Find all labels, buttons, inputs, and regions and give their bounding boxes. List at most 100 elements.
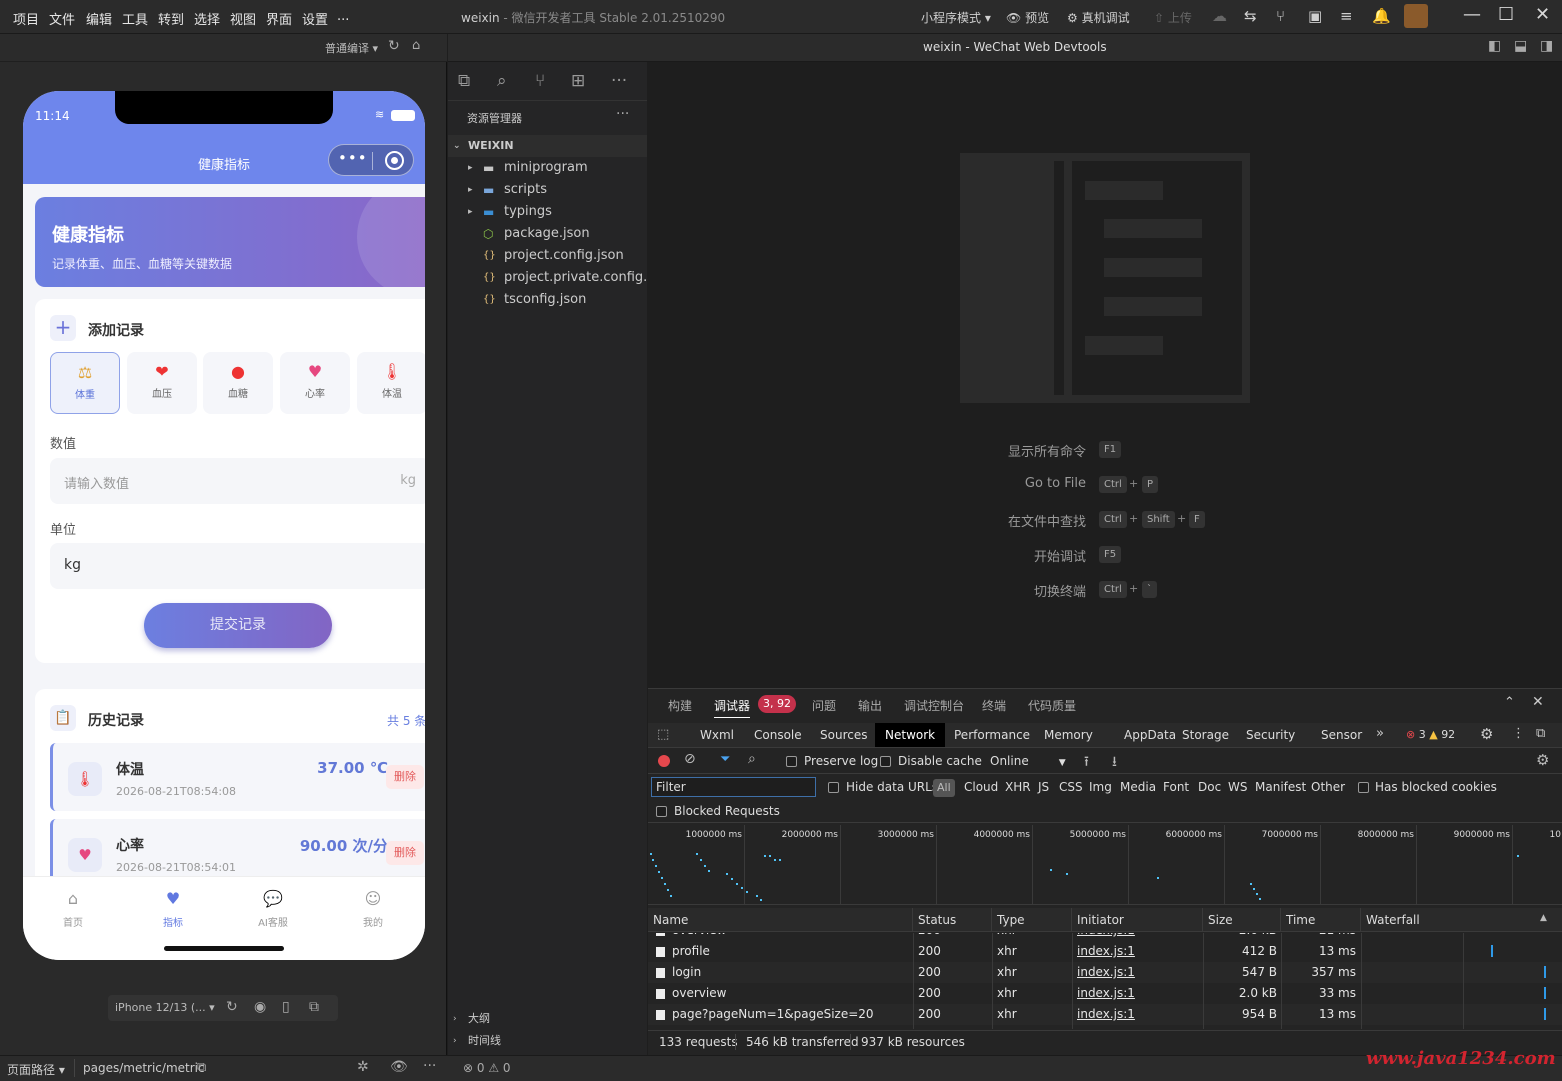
throttle-select[interactable]: Online ▼ [990, 754, 1066, 768]
type-temperature-button[interactable]: 🌡 体温 [357, 352, 425, 414]
network-settings-icon[interactable]: ⚙ [1536, 751, 1549, 769]
menu-edit[interactable]: 编辑 [86, 9, 112, 28]
dt-tab-memory[interactable]: Memory [1034, 723, 1103, 747]
table-row[interactable]: login 200 xhr index.js:1 547 B 357 ms [648, 962, 1562, 983]
filter-type-manifest[interactable]: Manifest [1255, 780, 1306, 794]
col-size[interactable]: Size [1203, 908, 1281, 932]
panel-tab-debug-console[interactable]: 调试控制台 [904, 697, 964, 714]
close-miniprogram-icon[interactable] [385, 151, 404, 170]
filter-type-css[interactable]: CSS [1059, 780, 1083, 794]
copy-icon[interactable]: ⧉ [197, 1060, 206, 1075]
inspect-icon[interactable]: ⬚ [657, 727, 669, 742]
import-har-icon[interactable]: ⭱ [1084, 751, 1089, 775]
has-blocked-cookies-checkbox[interactable] [1358, 782, 1369, 793]
panel-tab-problems[interactable]: 问题 [812, 697, 836, 714]
preview-button[interactable]: 👁 预览 [1006, 9, 1049, 26]
table-row[interactable]: profile 200 xhr index.js:1 412 B 13 ms [648, 941, 1562, 962]
bug-icon[interactable]: ✲ [357, 1059, 369, 1075]
menu-goto[interactable]: 转到 [158, 9, 184, 28]
export-har-icon[interactable]: ⭳ [1112, 751, 1117, 775]
branch-icon[interactable]: ⑂ [1276, 7, 1285, 25]
source-control-icon[interactable]: ⑂ [535, 71, 545, 91]
compile-mode-dropdown[interactable]: 普通编译 ▾ [325, 40, 378, 56]
eye-icon[interactable]: 👁 [390, 1059, 408, 1075]
timeline-section[interactable]: › 时间线 [448, 1030, 647, 1052]
history-item-delete-button[interactable]: 删除 [386, 841, 424, 865]
devtools-settings-icon[interactable]: ⚙ [1480, 725, 1493, 743]
menu-settings[interactable]: 设置 [302, 9, 328, 28]
close-panel-icon[interactable]: ✕ [1532, 694, 1544, 710]
undock-icon[interactable]: ⧉ [1536, 726, 1545, 741]
filter-type-other[interactable]: Other [1311, 780, 1345, 794]
tab-home[interactable]: ⌂ 首页 [23, 889, 123, 929]
page-path-dropdown[interactable]: 页面路径 ▾ [7, 1061, 65, 1078]
tree-item-package-json[interactable]: ⬡ package.json [448, 223, 647, 245]
col-name[interactable]: Name [648, 908, 913, 932]
extensions-icon[interactable]: ⊞ [571, 71, 585, 91]
more-icon[interactable]: ··· [611, 71, 627, 91]
dt-tab-sources[interactable]: Sources [810, 723, 877, 747]
cloud-icon[interactable]: ☁ [1212, 7, 1227, 25]
panel-tab-build[interactable]: 构建 [668, 697, 692, 714]
filter-type-all[interactable]: All [933, 779, 955, 797]
rotate-icon[interactable]: ↻ [226, 999, 238, 1015]
filter-type-font[interactable]: Font [1163, 780, 1189, 794]
filter-type-doc[interactable]: Doc [1198, 780, 1221, 794]
type-blood-sugar-button[interactable]: ● 血糖 [203, 352, 273, 414]
more-tabs-icon[interactable]: » [1376, 726, 1384, 741]
dt-tab-storage[interactable]: Storage [1172, 723, 1239, 747]
menu-icon[interactable]: ≡ [1340, 7, 1353, 25]
table-row[interactable]: overview 200 xhr index.js:1 2.0 kB 21 ms [648, 933, 1562, 941]
tab-mine[interactable]: ☺ 我的 [323, 889, 423, 929]
tree-item-project-private-config[interactable]: {} project.private.config.js... [448, 267, 647, 289]
search-icon[interactable]: ⌕ [748, 751, 756, 767]
minimize-icon[interactable]: — [1463, 4, 1481, 25]
value-input[interactable]: 请输入数值 kg [50, 458, 425, 504]
menu-file[interactable]: 文件 [49, 9, 75, 28]
tab-ai-service[interactable]: 💬 AI客服 [223, 889, 323, 929]
tree-item-tsconfig[interactable]: {} tsconfig.json [448, 289, 647, 311]
col-initiator[interactable]: Initiator [1072, 908, 1203, 932]
menu-tools[interactable]: 工具 [122, 9, 148, 28]
panel-bottom-icon[interactable]: ⬓ [1514, 38, 1527, 54]
window-icon[interactable]: ⧉ [309, 999, 319, 1015]
table-row[interactable]: page?pageNum=1&pageSize=20 200 xhr index… [648, 1004, 1562, 1025]
filter-icon[interactable]: ⏷ [720, 752, 730, 767]
blocked-requests-checkbox[interactable] [656, 806, 667, 817]
type-heart-rate-button[interactable]: ♥ 心率 [280, 352, 350, 414]
dt-tab-performance[interactable]: Performance [944, 723, 1040, 747]
real-debug-button[interactable]: ⚙ 真机调试 [1067, 9, 1130, 26]
row-initiator[interactable]: index.js:1 [1077, 933, 1135, 941]
panel-tab-terminal[interactable]: 终端 [982, 697, 1006, 714]
dt-tab-sensor[interactable]: Sensor [1311, 723, 1372, 747]
panel-right-icon[interactable]: ◨ [1540, 38, 1553, 54]
type-blood-pressure-button[interactable]: ❤ 血压 [127, 352, 197, 414]
capsule-menu[interactable]: ••• [328, 144, 414, 176]
hide-data-urls-checkbox[interactable] [828, 782, 839, 793]
record-icon[interactable]: ◉ [254, 999, 266, 1015]
col-waterfall[interactable]: Waterfall [1361, 908, 1562, 932]
panel-tab-output[interactable]: 输出 [858, 697, 882, 714]
filter-type-js[interactable]: JS [1038, 780, 1049, 794]
maximize-icon[interactable]: ☐ [1498, 4, 1514, 25]
error-counter[interactable]: ⊗ 3 ▲ 92 [1406, 728, 1455, 741]
col-type[interactable]: Type [992, 908, 1072, 932]
menu-select[interactable]: 选择 [194, 9, 220, 28]
tree-root[interactable]: ⌄ WEIXIN [448, 135, 647, 157]
refresh-icon[interactable]: ↻ [388, 38, 400, 54]
table-row[interactable]: overview 200 xhr index.js:1 2.0 kB 33 ms [648, 983, 1562, 1004]
panel-tab-debugger[interactable]: 调试器 [714, 697, 751, 718]
tree-item-miniprogram[interactable]: ▸ ▬ miniprogram [448, 157, 647, 179]
dt-tab-console[interactable]: Console [744, 723, 812, 747]
panel-left-icon[interactable]: ◧ [1488, 38, 1501, 54]
dt-tab-security[interactable]: Security [1236, 723, 1305, 747]
menu-more[interactable]: ... [337, 9, 349, 24]
unit-input[interactable]: kg [50, 543, 425, 589]
record-button[interactable] [658, 755, 670, 767]
more-icon[interactable]: ··· [423, 1058, 436, 1074]
device-select[interactable]: iPhone 12/13 (... ▾ [115, 1001, 215, 1014]
layout-icon[interactable]: ▣ [1308, 7, 1322, 25]
filter-type-cloud[interactable]: Cloud [964, 780, 998, 794]
menu-view[interactable]: 视图 [230, 9, 256, 28]
menu-project[interactable]: 项目 [13, 9, 39, 28]
